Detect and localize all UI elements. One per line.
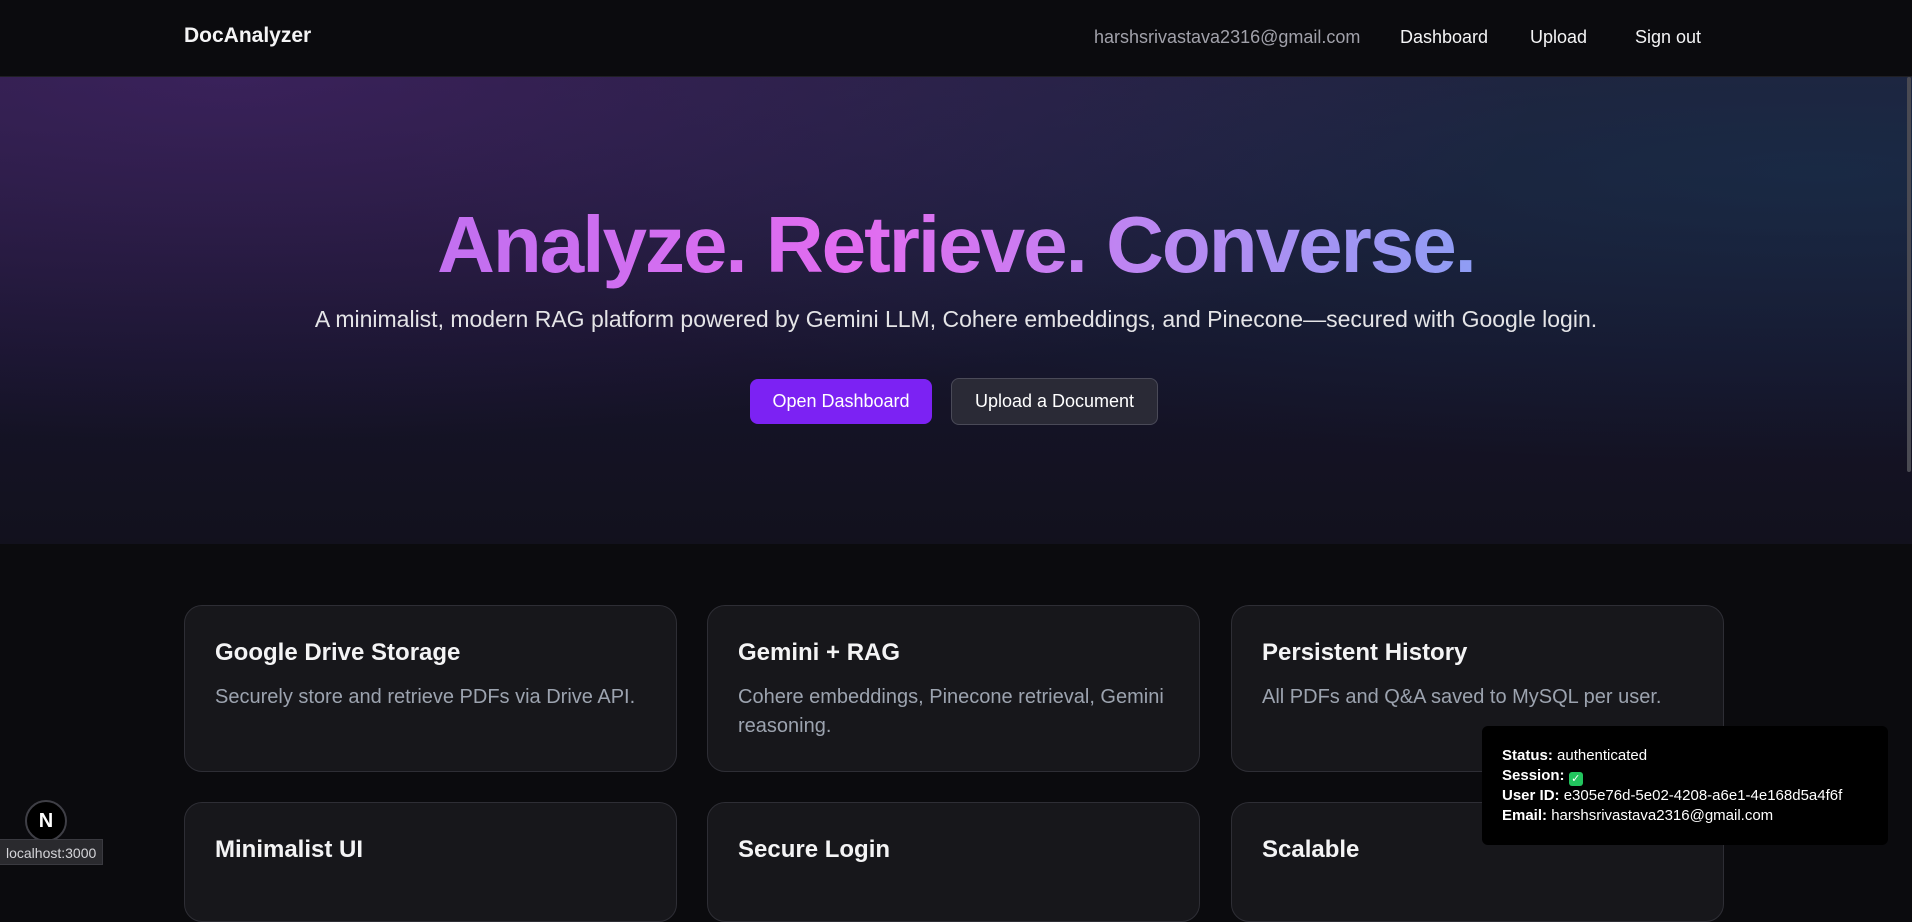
user-email: harshsrivastava2316@gmail.com [1094,27,1361,47]
hero-subtitle: A minimalist, modern RAG platform powere… [314,306,1598,332]
checkmark-icon: ✓ [1568,772,1583,786]
status-label: Status: [1502,747,1553,764]
nav-upload-link[interactable]: Upload [1530,27,1587,48]
feature-card-title: Secure Login [738,836,891,863]
status-value: authenticated [1557,747,1648,764]
feature-card-gemini-rag: Gemini + RAG Cohere embeddings, Pinecone… [707,605,1200,772]
feature-card-title: Minimalist UI [215,836,364,863]
nextjs-dev-indicator-icon[interactable]: N [25,800,67,842]
hero-section: Analyze. Retrieve. Converse. A minimalis… [0,77,1912,544]
browser-status-url: localhost:3000 [0,839,104,865]
brand-logo[interactable]: DocAnalyzer [184,24,311,48]
hero-title: Analyze. Retrieve. Converse. [0,195,1912,295]
userid-value: e305e76d-5e02-4208-a6e1-4e168d5a4f6f [1563,787,1843,804]
session-row: Session: ✓ [1502,766,1888,786]
userid-label: User ID: [1502,787,1560,804]
status-row: Status: authenticated [1502,746,1888,766]
feature-card-title: Scalable [1262,836,1360,863]
feature-card-minimalist-ui: Minimalist UI [184,802,677,922]
page-scrollbar[interactable] [1907,77,1911,472]
feature-card-description: All PDFs and Q&A saved to MySQL per user… [1262,686,1662,708]
auth-status-panel: Status: authenticated Session: ✓ User ID… [1482,726,1888,845]
feature-card-secure-login: Secure Login [707,802,1200,922]
top-navbar: DocAnalyzer harshsrivastava2316@gmail.co… [0,0,1912,77]
upload-document-button[interactable]: Upload a Document [951,378,1158,425]
feature-card-description: Securely store and retrieve PDFs via Dri… [215,686,636,708]
nav-dashboard-link[interactable]: Dashboard [1400,27,1488,48]
session-label: Session: [1502,767,1565,784]
feature-card-title: Gemini + RAG [738,639,901,666]
feature-card-title: Google Drive Storage [215,639,461,666]
sign-out-button[interactable]: Sign out [1635,27,1701,48]
email-value: harshsrivastava2316@gmail.com [1551,807,1774,824]
feature-card-title: Persistent History [1262,639,1468,666]
feature-card-description: Cohere embeddings, Pinecone retrieval, G… [738,686,1164,737]
open-dashboard-button[interactable]: Open Dashboard [750,379,932,424]
email-label: Email: [1502,807,1548,824]
feature-card-drive-storage: Google Drive Storage Securely store and … [184,605,677,772]
email-row: Email: harshsrivastava2316@gmail.com [1502,806,1888,826]
userid-row: User ID: e305e76d-5e02-4208-a6e1-4e168d5… [1502,786,1888,806]
